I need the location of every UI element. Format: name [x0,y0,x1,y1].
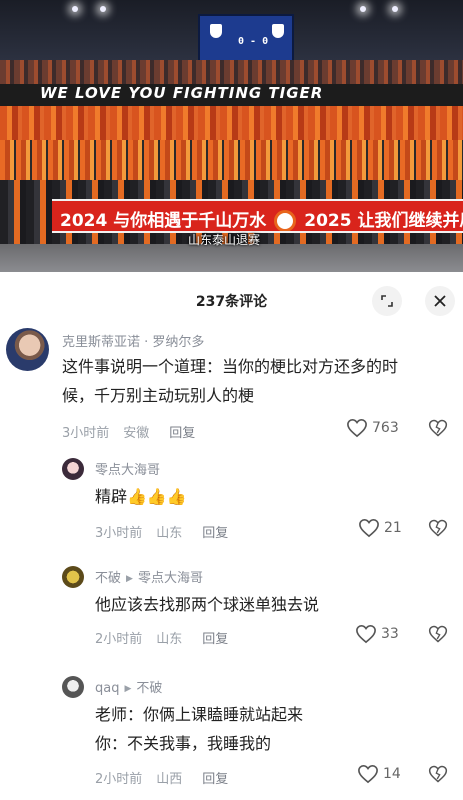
banner-text-right: 2025 让我们继续并肩前行 [304,211,463,231]
scoreboard-score: 0 - 0 [238,36,269,47]
video-caption: 山东泰山退赛 [188,233,261,247]
comment-text: 这件事说明一个道理：当你的梗比对方还多的时 候，千万别主动玩别人的梗 [62,352,398,410]
comment-text-line: 精辟👍👍👍 [95,487,187,506]
comment-meta: 2小时前 山西 回复 [95,768,242,787]
like-button[interactable]: 21 [358,518,402,538]
stadium-light [72,6,78,12]
comment-text-line: 候，千万别主动玩别人的梗 [62,386,255,405]
pitch [0,244,463,272]
team-crest [210,24,222,38]
comment-location: 山东 [156,526,183,541]
reply-button[interactable]: 回复 [202,772,228,787]
comment-time: 3小时前 [62,426,110,441]
broken-heart-icon [428,419,448,437]
comment-text: 精辟👍👍👍 [95,482,187,511]
avatar[interactable] [62,566,84,588]
comment-text-line: 这件事说明一个道理：当你的梗比对方还多的时 [62,357,399,376]
avatar[interactable] [62,676,84,698]
comments-header: 237条评论 [0,272,463,328]
comment-text-line: 你：不关我事，我睡我的 [95,734,272,753]
broken-heart-icon [428,765,448,783]
comment-location: 山西 [156,772,183,787]
comment-location: 山东 [156,632,183,647]
video-frame[interactable]: 0 - 0 WE LOVE YOU FIGHTING TIGER 2024 与你… [0,0,463,272]
reply-author[interactable]: 零点大海哥 [95,459,160,478]
like-count: 33 [381,626,399,642]
crowd-middle [0,106,463,140]
reply-author: 不破 ▶ 零点大海哥 [95,567,203,586]
stadium-light [360,6,366,12]
like-button[interactable]: 763 [346,418,399,438]
dislike-button[interactable] [428,418,448,442]
heart-icon [356,624,376,644]
close-icon [434,295,446,307]
reply-target-name[interactable]: 不破 [136,681,162,696]
stadium-light [392,6,398,12]
comments-panel: 237条评论 克里斯蒂亚诺 · 罗纳尔多 这件事说明一个道理：当你的梗比对方还多… [0,272,463,800]
comment-text-line: 他应该去找那两个球迷单独去说 [95,595,320,614]
comment-author[interactable]: 克里斯蒂亚诺 · 罗纳尔多 [62,331,204,350]
reply-item: 零点大海哥 精辟👍👍👍 3小时前 山东 回复 21 [0,456,463,556]
crowd-lower [0,140,463,180]
expand-button[interactable] [372,286,402,316]
comment-time: 2小时前 [95,632,143,647]
reply-author-name[interactable]: 不破 [95,571,121,586]
comment-meta: 3小时前 安徽 回复 [62,422,209,441]
reply-item: qaq ▶ 不破 老师：你俩上课瞌睡就站起来 你：不关我事，我睡我的 2小时前 山西 回… [0,674,463,800]
stadium-light [100,6,106,12]
broken-heart-icon [428,625,448,643]
avatar[interactable] [62,458,84,480]
heart-icon [358,764,378,784]
dislike-button[interactable] [428,764,448,788]
comment-location: 安徽 [123,426,150,441]
comment-time: 2小时前 [95,772,143,787]
banner-text-left: 2024 与你相遇于千山万水 [60,211,267,231]
fan-banner-main: 2024 与你相遇于千山万水 2025 让我们继续并肩前行 [52,199,463,233]
avatar[interactable] [6,328,49,371]
like-count: 14 [383,766,401,782]
comment-meta: 2小时前 山东 回复 [95,628,242,647]
broken-heart-icon [428,519,448,537]
reply-arrow-icon: ▶ [124,684,132,694]
close-button[interactable] [425,286,455,316]
reply-target-name[interactable]: 零点大海哥 [138,571,203,586]
club-logo [274,210,297,231]
team-crest [272,24,284,38]
like-count: 21 [384,520,402,536]
comment-time: 3小时前 [95,526,143,541]
like-button[interactable]: 14 [357,764,401,784]
reply-author: qaq ▶ 不破 [95,677,162,696]
reply-author-name[interactable]: qaq [95,681,119,696]
heart-icon [347,418,367,438]
reply-button[interactable]: 回复 [169,426,195,441]
reply-button[interactable]: 回复 [202,632,228,647]
like-button[interactable]: 33 [355,624,399,644]
fan-banner-top: WE LOVE YOU FIGHTING TIGER [0,84,463,106]
heart-icon [359,518,379,538]
reply-arrow-icon: ▶ [126,574,133,584]
like-count: 763 [372,420,399,436]
dislike-button[interactable] [428,518,448,542]
dislike-button[interactable] [428,624,448,648]
comment-text: 他应该去找那两个球迷单独去说 [95,590,319,619]
comment-text: 老师：你俩上课瞌睡就站起来 你：不关我事，我睡我的 [95,700,303,758]
reply-item: 不破 ▶ 零点大海哥 他应该去找那两个球迷单独去说 2小时前 山东 回复 33 [0,564,463,664]
comment-text-line: 老师：你俩上课瞌睡就站起来 [95,705,304,724]
reply-button[interactable]: 回复 [202,526,228,541]
comment-item: 克里斯蒂亚诺 · 罗纳尔多 这件事说明一个道理：当你的梗比对方还多的时 候，千万… [0,328,463,448]
expand-icon [381,295,393,307]
comment-meta: 3小时前 山东 回复 [95,522,242,541]
